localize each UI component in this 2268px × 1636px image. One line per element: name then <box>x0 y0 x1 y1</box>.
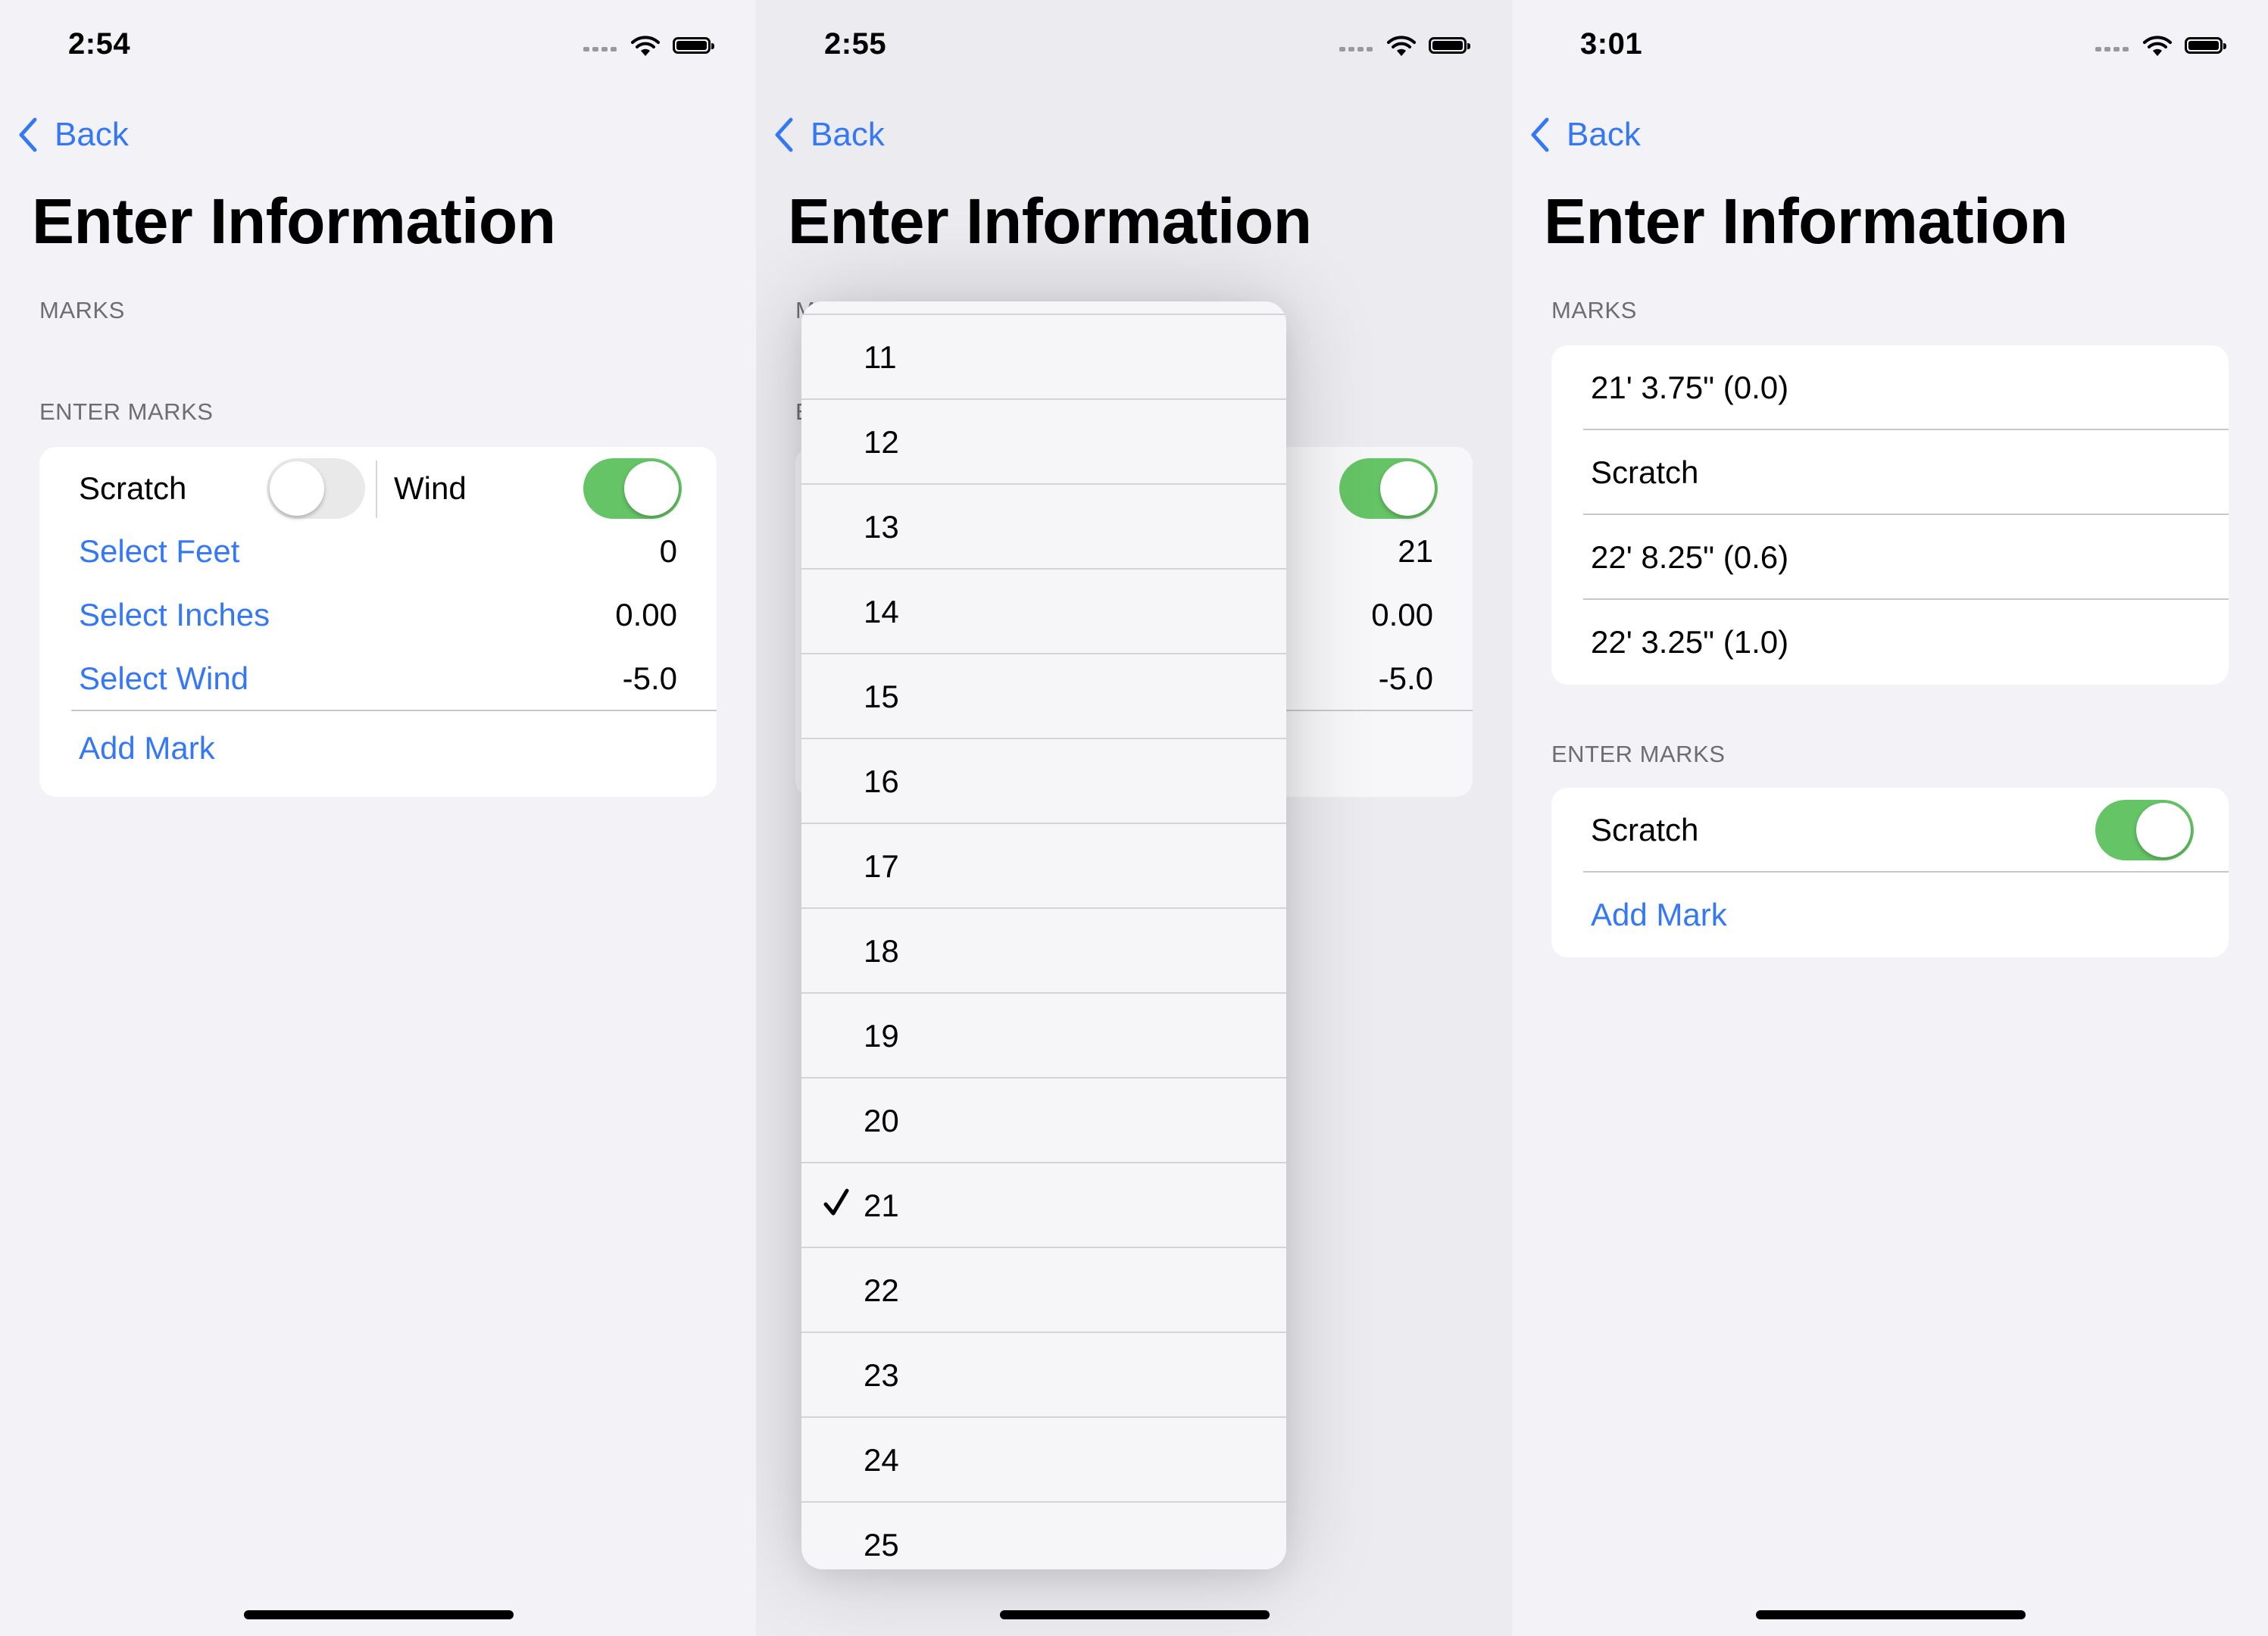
feet-value: 0 <box>659 533 677 569</box>
select-wind-label[interactable]: Select Wind <box>79 647 248 710</box>
menu-item[interactable]: 18 <box>801 907 1286 992</box>
add-mark-button[interactable]: Add Mark <box>1591 873 1727 957</box>
back-label: Back <box>1567 116 1641 153</box>
enter-marks-card: Scratch Add Mark <box>1551 788 2229 957</box>
wind-toggle[interactable] <box>1339 458 1438 519</box>
back-label: Back <box>811 116 885 153</box>
back-button[interactable]: Back <box>773 112 885 158</box>
enter-marks-section-header: ENTER MARKS <box>39 398 214 425</box>
mark-row[interactable]: 22' 8.25" (0.6) <box>1551 515 2229 600</box>
add-mark-button[interactable]: Add Mark <box>79 711 215 785</box>
mark-row[interactable]: 22' 3.25" (1.0) <box>1551 600 2229 685</box>
scratch-toggle[interactable] <box>2095 800 2194 860</box>
wifi-icon <box>2143 36 2172 56</box>
scratch-row: Scratch <box>1551 788 2229 873</box>
screen-3: 3:01 Back Enter Information MARKS 21' 3.… <box>1512 0 2268 1636</box>
scratch-label: Scratch <box>1591 812 1699 848</box>
wifi-icon <box>631 36 660 56</box>
inches-value: 0.00 <box>1371 597 1433 632</box>
select-inches-row[interactable]: Select Inches 0.00 <box>39 583 717 647</box>
feet-value: 21 <box>1398 533 1433 569</box>
menu-item[interactable]: 22 <box>801 1247 1286 1332</box>
inches-value: 0.00 <box>615 597 677 632</box>
cellular-signal-icon <box>1339 44 1376 52</box>
cellular-signal-icon <box>583 44 620 52</box>
feet-dropdown-menu[interactable]: 11 12 13 14 15 16 17 18 19 20 21 22 23 2… <box>801 301 1286 1569</box>
menu-item[interactable]: 17 <box>801 823 1286 907</box>
battery-icon <box>2185 37 2226 54</box>
marks-section-header: MARKS <box>39 297 125 323</box>
status-time: 3:01 <box>1580 27 1643 61</box>
screen-1: 2:54 Back Enter Information MARKS ENTER … <box>0 0 756 1636</box>
add-mark-row[interactable]: Add Mark <box>1551 873 2229 957</box>
enter-marks-card: Scratch Wind Select Feet 0 Select Inches… <box>39 447 717 797</box>
chevron-left-icon <box>19 117 37 152</box>
marks-section-header: MARKS <box>1551 297 1637 323</box>
divider <box>376 461 377 518</box>
chevron-left-icon <box>775 117 793 152</box>
page-title: Enter Information <box>32 186 556 257</box>
status-time: 2:54 <box>68 27 131 61</box>
page-title: Enter Information <box>1544 186 2068 257</box>
battery-icon <box>673 37 714 54</box>
wind-value: -5.0 <box>1378 660 1433 696</box>
scratch-toggle[interactable] <box>267 458 365 519</box>
home-indicator <box>1756 1610 2026 1619</box>
cellular-signal-icon <box>2095 44 2132 52</box>
screen-2: 2:55 Back Enter Information M E 21 0.00 … <box>756 0 1512 1636</box>
back-button[interactable]: Back <box>17 112 129 158</box>
add-mark-row[interactable]: Add Mark <box>39 711 717 797</box>
menu-item[interactable]: 16 <box>801 738 1286 823</box>
status-icons <box>583 33 720 56</box>
menu-item[interactable]: 19 <box>801 992 1286 1077</box>
wind-toggle[interactable] <box>583 458 682 519</box>
wind-label: Wind <box>394 470 467 506</box>
wifi-icon <box>1387 36 1416 56</box>
menu-item[interactable]: 23 <box>801 1332 1286 1416</box>
battery-icon <box>1429 37 1470 54</box>
select-feet-label[interactable]: Select Feet <box>79 520 239 583</box>
select-wind-row[interactable]: Select Wind -5.0 <box>39 647 717 710</box>
menu-item[interactable]: 14 <box>801 568 1286 653</box>
select-inches-label[interactable]: Select Inches <box>79 583 270 647</box>
menu-item[interactable]: 11 <box>801 314 1286 398</box>
select-feet-row[interactable]: Select Feet 0 <box>39 520 717 583</box>
status-icons <box>2095 33 2232 56</box>
menu-item[interactable]: 24 <box>801 1416 1286 1501</box>
menu-item[interactable]: 13 <box>801 483 1286 568</box>
status-icons <box>1339 33 1476 56</box>
scratch-label: Scratch <box>79 470 187 506</box>
menu-item-selected[interactable]: 21 <box>801 1162 1286 1247</box>
marks-card: 21' 3.75" (0.0) Scratch 22' 8.25" (0.6) … <box>1551 345 2229 685</box>
menu-item[interactable]: 15 <box>801 653 1286 738</box>
toggles-row: Scratch Wind <box>39 447 717 530</box>
mark-row[interactable]: Scratch <box>1551 430 2229 515</box>
status-time: 2:55 <box>824 27 887 61</box>
wind-value: -5.0 <box>622 660 677 696</box>
chevron-left-icon <box>1531 117 1549 152</box>
menu-item[interactable]: 12 <box>801 398 1286 483</box>
mark-row[interactable]: 21' 3.75" (0.0) <box>1551 345 2229 430</box>
menu-item[interactable]: 20 <box>801 1077 1286 1162</box>
back-button[interactable]: Back <box>1529 112 1641 158</box>
home-indicator <box>1000 1610 1270 1619</box>
back-label: Back <box>55 116 129 153</box>
checkmark-icon <box>823 1188 849 1216</box>
home-indicator <box>244 1610 514 1619</box>
page-title: Enter Information <box>788 186 1312 257</box>
enter-marks-section-header: ENTER MARKS <box>1551 741 1726 767</box>
menu-item[interactable]: 25 <box>801 1501 1286 1569</box>
